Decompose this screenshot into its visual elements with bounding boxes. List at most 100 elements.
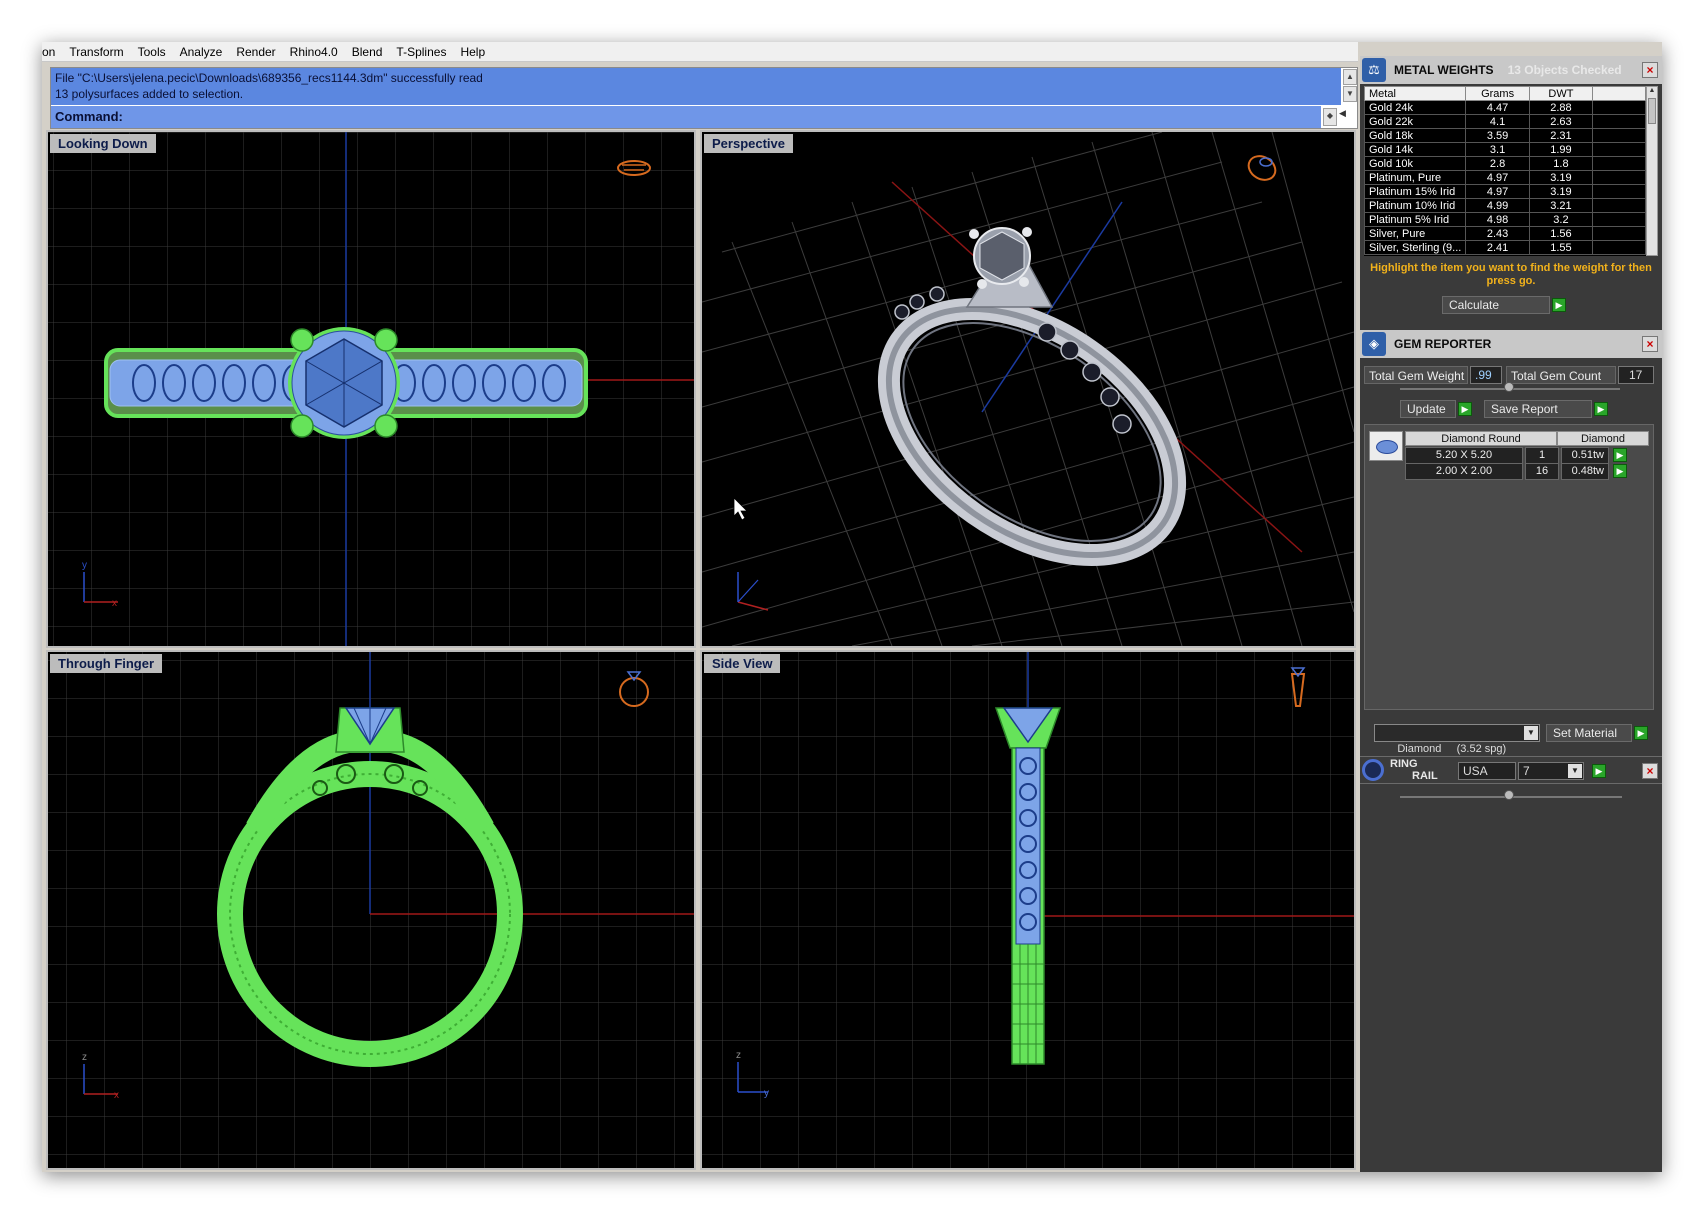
grams-value: 3.59 — [1465, 128, 1530, 143]
menu-item-analyze[interactable]: Analyze — [173, 45, 230, 59]
metal-weights-table-wrap: Metal Grams DWT Gold 24k 4.47 2.88 Gold 22… — [1364, 86, 1646, 256]
ring-rail-slider-thumb[interactable] — [1504, 790, 1514, 800]
menu-item-tools[interactable]: Tools — [131, 45, 173, 59]
table-row[interactable]: Gold 24k 4.47 2.88 — [1364, 100, 1646, 115]
side-view-canvas: z y — [702, 652, 1354, 1168]
menu-item-help[interactable]: Help — [453, 45, 492, 59]
command-label: Command: — [55, 109, 123, 124]
viewport-title[interactable]: Through Finger — [50, 654, 163, 673]
grams-value: 2.43 — [1465, 226, 1530, 241]
gem-slider-thumb[interactable] — [1504, 382, 1514, 392]
country-field[interactable]: USA — [1458, 762, 1516, 780]
ring-rail-go-icon[interactable]: ▶ — [1592, 764, 1606, 778]
save-report-go-icon[interactable]: ▶ — [1594, 402, 1608, 416]
table-row[interactable]: Silver, Sterling (9... 2.41 1.55 — [1364, 240, 1646, 255]
table-row[interactable]: Gold 14k 3.1 1.99 — [1364, 142, 1646, 157]
history-line: 13 polysurfaces added to selection. — [55, 87, 244, 101]
calculate-go-icon[interactable]: ▶ — [1552, 298, 1566, 312]
set-material-go-icon[interactable]: ▶ — [1634, 726, 1648, 740]
diamond-icon — [1376, 440, 1398, 454]
gem-header-shape: Diamond Round — [1405, 431, 1557, 446]
blank-cell — [1592, 100, 1646, 115]
command-prompt[interactable]: Command: — [51, 106, 1321, 128]
gem-report-list: Diamond Round Diamond 5.20 X 5.20 1 0.51… — [1364, 424, 1654, 710]
ring-size-select[interactable]: 7 ▼ — [1518, 762, 1584, 780]
view-cube-icon[interactable] — [1244, 151, 1279, 184]
gem-reporter-header: ◈ GEM REPORTER × — [1360, 330, 1662, 358]
history-scroll-down-icon[interactable]: ▼ — [1343, 86, 1357, 102]
viewport-front[interactable]: Through Finger z x — [46, 650, 696, 1170]
calculate-label: Calculate — [1449, 298, 1500, 312]
arrow-left-icon[interactable]: ◀ — [1339, 108, 1346, 119]
total-gem-weight-field[interactable]: .99 — [1470, 366, 1502, 384]
scroll-up-icon[interactable]: ▲ — [1647, 87, 1657, 94]
menu-item-render[interactable]: Render — [229, 45, 282, 59]
menu-bar: on Transform Tools Analyze Render Rhino4… — [42, 42, 1358, 62]
dwt-value: 3.19 — [1528, 184, 1594, 199]
total-gem-weight-label: Total Gem Weight — [1364, 366, 1468, 384]
menu-item-blend[interactable]: Blend — [345, 45, 390, 59]
update-label: Update — [1407, 402, 1446, 416]
chevron-down-icon[interactable]: ▼ — [1568, 764, 1582, 778]
gem-weight: 0.48tw — [1561, 463, 1609, 480]
command-spin-icon[interactable]: ◆ — [1323, 108, 1337, 126]
blank-cell — [1592, 240, 1646, 255]
close-icon[interactable]: × — [1642, 62, 1658, 78]
table-row[interactable]: Platinum 15% Irid 4.97 3.19 — [1364, 184, 1646, 199]
viewport-title[interactable]: Perspective — [704, 134, 793, 153]
ring-rendered[interactable] — [844, 227, 1221, 606]
close-icon[interactable]: × — [1642, 336, 1658, 352]
save-report-button[interactable]: Save Report — [1484, 400, 1592, 418]
gem-row-go-icon[interactable]: ▶ — [1613, 464, 1627, 478]
menu-item-tsplines[interactable]: T-Splines — [389, 45, 453, 59]
svg-text:y: y — [764, 1088, 769, 1099]
metal-weights-scrollbar[interactable]: ▲ — [1646, 86, 1658, 256]
metal-weights-table: Metal Grams DWT Gold 24k 4.47 2.88 Gold 22… — [1364, 86, 1646, 255]
table-row[interactable]: Platinum, Pure 4.97 3.19 — [1364, 170, 1646, 185]
update-go-icon[interactable]: ▶ — [1458, 402, 1472, 416]
scroll-thumb[interactable] — [1648, 98, 1656, 124]
svg-text:z: z — [82, 1052, 87, 1063]
command-history: File "C:\Users\jelena.pecic\Downloads\68… — [51, 68, 1341, 105]
viewport-title[interactable]: Side View — [704, 654, 781, 673]
gem-weight: 0.51tw — [1561, 447, 1609, 464]
history-scroll-up-icon[interactable]: ▲ — [1343, 69, 1357, 85]
history-line: File "C:\Users\jelena.pecic\Downloads\68… — [55, 71, 483, 85]
col-header-grams[interactable]: Grams — [1465, 86, 1530, 101]
calculate-button[interactable]: Calculate — [1442, 296, 1550, 314]
metal-name: Silver, Sterling (9... — [1364, 240, 1467, 255]
metal-name: Platinum 15% Irid — [1364, 184, 1467, 199]
table-row[interactable]: Platinum 10% Irid 4.99 3.21 — [1364, 198, 1646, 213]
ring-rail-header: RING RAIL USA 7 ▼ ▶ × — [1360, 756, 1662, 784]
table-row[interactable]: Silver, Pure 2.43 1.56 — [1364, 226, 1646, 241]
update-button[interactable]: Update — [1400, 400, 1456, 418]
table-row[interactable]: Gold 22k 4.1 2.63 — [1364, 114, 1646, 129]
col-header-metal[interactable]: Metal — [1364, 86, 1467, 101]
dwt-value: 3.2 — [1528, 212, 1594, 227]
viewport-title[interactable]: Looking Down — [50, 134, 156, 153]
viewport-top[interactable]: Looking Down y x — [46, 130, 696, 648]
gem-row-go-icon[interactable]: ▶ — [1613, 448, 1627, 462]
col-header-dwt[interactable]: DWT — [1528, 86, 1594, 101]
ring-size-value: 7 — [1523, 764, 1530, 778]
viewport-side[interactable]: Side View z y — [700, 650, 1356, 1170]
material-select[interactable]: Diamond (3.52 spg) ▼ — [1374, 724, 1540, 755]
gem-thumbnail[interactable] — [1369, 431, 1403, 461]
blank-cell — [1592, 212, 1646, 227]
set-material-button[interactable]: Set Material — [1546, 724, 1632, 742]
close-icon[interactable]: × — [1642, 763, 1658, 779]
menu-item-transform[interactable]: Transform — [62, 45, 130, 59]
dwt-value: 1.99 — [1528, 142, 1594, 157]
menu-item-partial[interactable]: on — [42, 45, 62, 59]
table-row[interactable]: Gold 18k 3.59 2.31 — [1364, 128, 1646, 143]
table-row[interactable]: Platinum 5% Irid 4.98 3.2 — [1364, 212, 1646, 227]
axis-triad-icon — [737, 572, 769, 611]
menu-item-rhino40[interactable]: Rhino4.0 — [283, 45, 345, 59]
chevron-down-icon[interactable]: ▼ — [1524, 726, 1538, 740]
table-row[interactable]: Gold 10k 2.8 1.8 — [1364, 156, 1646, 171]
viewport-perspective[interactable]: Perspective — [700, 130, 1356, 648]
total-gem-count-field[interactable]: 17 — [1618, 366, 1654, 384]
dwt-value: 2.31 — [1528, 128, 1594, 143]
svg-text:x: x — [114, 1090, 119, 1101]
ring-rail-title-line2: RAIL — [1412, 770, 1438, 782]
